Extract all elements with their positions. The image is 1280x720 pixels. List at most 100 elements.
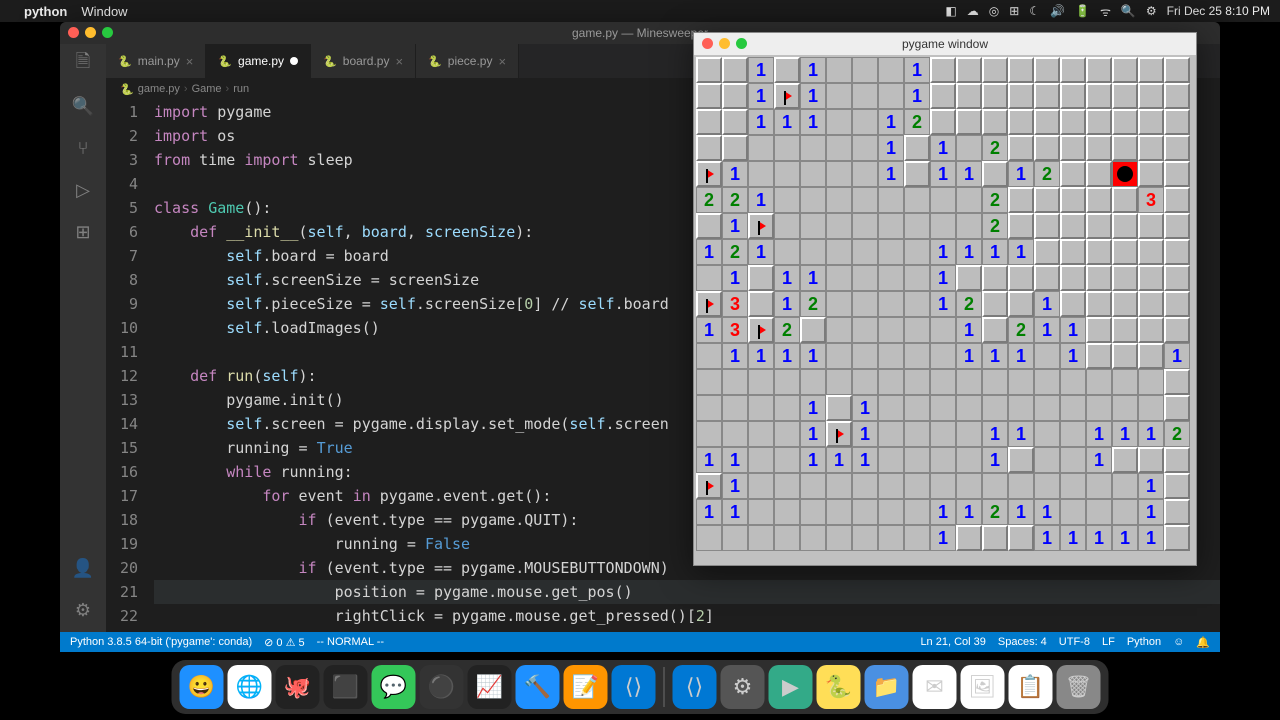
dock-app-mail[interactable]: ✉ [913, 665, 957, 709]
tab-piece-py[interactable]: 🐍piece.py× [416, 44, 519, 78]
minesweeper-cell[interactable] [904, 187, 930, 213]
minesweeper-cell[interactable] [956, 109, 982, 135]
minesweeper-cell[interactable] [696, 291, 722, 317]
minesweeper-cell[interactable] [1034, 265, 1060, 291]
minesweeper-cell[interactable]: 1 [904, 83, 930, 109]
minesweeper-cell[interactable]: 2 [1034, 161, 1060, 187]
minesweeper-cell[interactable] [852, 135, 878, 161]
dock-app-preview[interactable]: 🖼 [961, 665, 1005, 709]
minesweeper-cell[interactable] [1112, 109, 1138, 135]
minesweeper-cell[interactable] [1138, 135, 1164, 161]
minesweeper-cell[interactable] [1138, 83, 1164, 109]
minesweeper-cell[interactable] [1112, 213, 1138, 239]
minesweeper-cell[interactable] [826, 291, 852, 317]
pygame-titlebar[interactable]: pygame window [694, 33, 1196, 55]
minesweeper-cell[interactable] [1112, 83, 1138, 109]
minesweeper-cell[interactable] [1164, 213, 1190, 239]
minesweeper-cell[interactable]: 2 [982, 499, 1008, 525]
minesweeper-cell[interactable]: 2 [982, 187, 1008, 213]
minesweeper-cell[interactable] [1034, 473, 1060, 499]
minesweeper-cell[interactable] [774, 421, 800, 447]
minesweeper-cell[interactable]: 1 [1138, 473, 1164, 499]
minesweeper-cell[interactable] [1138, 57, 1164, 83]
minesweeper-cell[interactable] [1112, 265, 1138, 291]
minesweeper-cell[interactable] [800, 187, 826, 213]
minesweeper-cell[interactable] [878, 343, 904, 369]
minesweeper-cell[interactable]: 1 [1164, 343, 1190, 369]
minesweeper-cell[interactable] [774, 135, 800, 161]
minesweeper-cell[interactable] [800, 213, 826, 239]
minesweeper-cell[interactable] [1138, 161, 1164, 187]
minesweeper-cell[interactable] [722, 109, 748, 135]
minesweeper-cell[interactable] [852, 343, 878, 369]
minesweeper-cell[interactable] [826, 187, 852, 213]
account-icon[interactable]: 👤 [71, 556, 95, 580]
minesweeper-cell[interactable] [1060, 161, 1086, 187]
minesweeper-cell[interactable] [1008, 291, 1034, 317]
minesweeper-cell[interactable] [1008, 447, 1034, 473]
close-icon[interactable]: × [498, 54, 506, 69]
statusbar-item[interactable]: -- NORMAL -- [317, 636, 384, 648]
minesweeper-cell[interactable] [1086, 161, 1112, 187]
minesweeper-cell[interactable] [722, 525, 748, 551]
minesweeper-cell[interactable] [982, 265, 1008, 291]
minesweeper-cell[interactable] [748, 265, 774, 291]
minesweeper-cell[interactable] [826, 343, 852, 369]
dock-app-trash[interactable]: 🗑 [1057, 665, 1101, 709]
minesweeper-cell[interactable] [1138, 447, 1164, 473]
dock-app-settings[interactable]: ⚙ [721, 665, 765, 709]
minesweeper-cell[interactable] [930, 317, 956, 343]
minesweeper-cell[interactable] [1034, 343, 1060, 369]
minesweeper-cell[interactable] [1008, 369, 1034, 395]
minesweeper-cell[interactable]: 1 [722, 213, 748, 239]
minesweeper-cell[interactable] [1164, 161, 1190, 187]
minesweeper-cell[interactable] [1164, 473, 1190, 499]
minesweeper-cell[interactable] [774, 213, 800, 239]
dock-app-terminal[interactable]: ⬛ [324, 665, 368, 709]
minesweeper-cell[interactable] [878, 57, 904, 83]
minesweeper-cell[interactable] [852, 161, 878, 187]
tray-icon[interactable]: 🔊 [1050, 4, 1065, 18]
minesweeper-cell[interactable] [696, 109, 722, 135]
minesweeper-cell[interactable]: 1 [1086, 421, 1112, 447]
tray-icon[interactable]: ◧ [945, 4, 956, 18]
minesweeper-cell[interactable]: 1 [748, 57, 774, 83]
minesweeper-cell[interactable]: 1 [748, 109, 774, 135]
minesweeper-cell[interactable] [930, 447, 956, 473]
minesweeper-cell[interactable] [982, 395, 1008, 421]
minesweeper-cell[interactable] [878, 265, 904, 291]
minesweeper-cell[interactable]: 1 [956, 161, 982, 187]
minesweeper-cell[interactable]: 1 [748, 343, 774, 369]
minesweeper-cell[interactable] [748, 447, 774, 473]
minesweeper-cell[interactable] [1164, 395, 1190, 421]
minesweeper-cell[interactable]: 1 [982, 421, 1008, 447]
minesweeper-cell[interactable] [930, 187, 956, 213]
minesweeper-cell[interactable] [852, 187, 878, 213]
minesweeper-cell[interactable]: 3 [722, 317, 748, 343]
minesweeper-cell[interactable] [1034, 187, 1060, 213]
minesweeper-cell[interactable] [1060, 291, 1086, 317]
minesweeper-cell[interactable] [1060, 265, 1086, 291]
minesweeper-cell[interactable] [722, 395, 748, 421]
tab-main-py[interactable]: 🐍main.py× [106, 44, 206, 78]
minesweeper-cell[interactable]: 1 [956, 499, 982, 525]
minesweeper-cell[interactable]: 1 [852, 395, 878, 421]
minesweeper-cell[interactable]: 1 [722, 473, 748, 499]
minesweeper-cell[interactable] [878, 291, 904, 317]
minesweeper-cell[interactable] [904, 161, 930, 187]
minesweeper-cell[interactable] [956, 57, 982, 83]
minesweeper-cell[interactable] [1060, 83, 1086, 109]
minesweeper-cell[interactable] [852, 83, 878, 109]
minesweeper-cell[interactable] [1112, 57, 1138, 83]
minesweeper-cell[interactable] [1164, 187, 1190, 213]
minesweeper-cell[interactable] [1060, 213, 1086, 239]
minesweeper-cell[interactable] [1086, 239, 1112, 265]
minesweeper-cell[interactable] [1086, 135, 1112, 161]
minesweeper-cell[interactable] [748, 317, 774, 343]
minesweeper-cell[interactable]: 1 [930, 291, 956, 317]
minesweeper-cell[interactable]: 1 [930, 499, 956, 525]
minesweeper-cell[interactable] [930, 343, 956, 369]
minesweeper-cell[interactable] [852, 473, 878, 499]
minesweeper-cell[interactable] [1086, 369, 1112, 395]
minesweeper-cell[interactable]: 1 [1138, 421, 1164, 447]
